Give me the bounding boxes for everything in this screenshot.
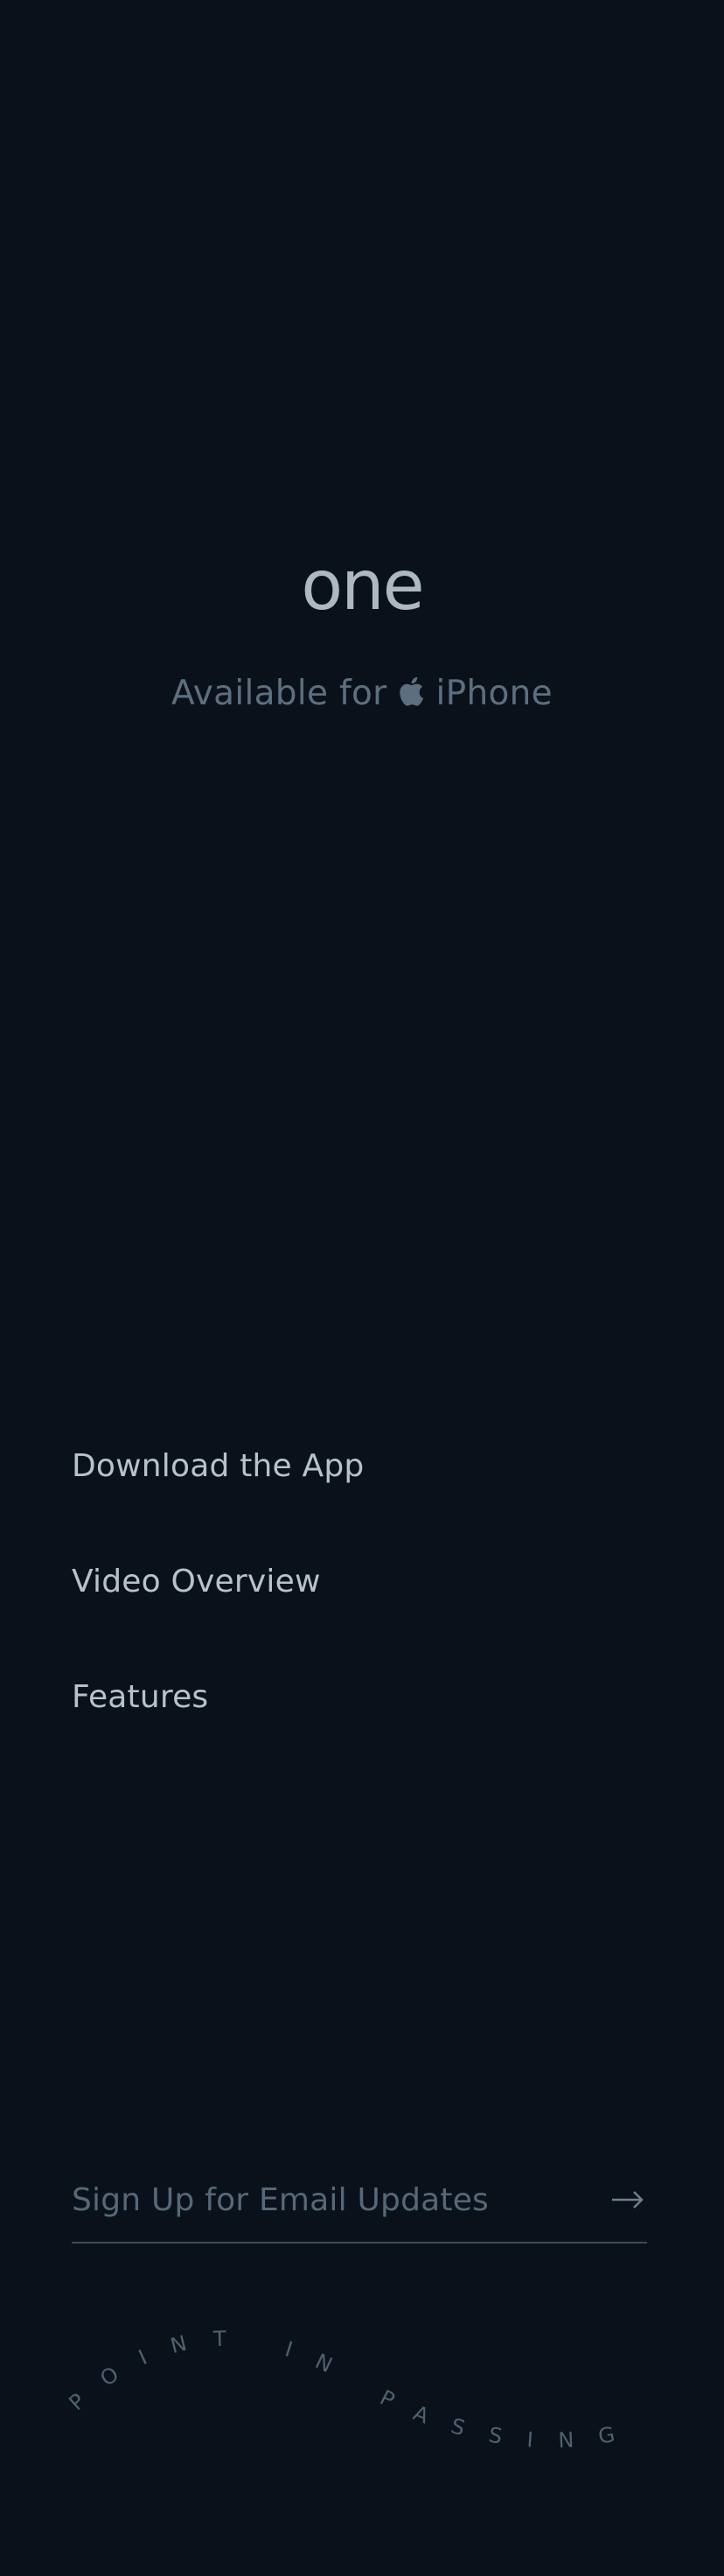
availability-platform: iPhone	[435, 674, 553, 713]
tagline-curved-text: POINT IN PASSING	[64, 2327, 616, 2453]
email-submit-button[interactable]	[609, 2180, 647, 2219]
availability-prefix: Available for	[171, 674, 387, 713]
tagline-text-path: POINT IN PASSING	[64, 2327, 616, 2453]
nav-video-overview[interactable]: Video Overview	[72, 1561, 364, 1603]
arrow-right-icon	[612, 2191, 644, 2208]
main-nav: Download the App Video Overview Features	[72, 1446, 364, 1792]
availability-line: Available for iPhone	[0, 669, 724, 718]
email-signup-form	[72, 2174, 647, 2244]
tagline-text: POINT IN PASSING	[64, 2327, 616, 2453]
email-signup-input[interactable]	[72, 2174, 561, 2226]
nav-download-app[interactable]: Download the App	[72, 1446, 364, 1488]
apple-icon	[398, 672, 424, 706]
hero: one	[0, 560, 724, 623]
app-logo: one	[301, 560, 423, 623]
nav-features[interactable]: Features	[72, 1676, 364, 1718]
app-logo-text: one	[301, 560, 422, 623]
